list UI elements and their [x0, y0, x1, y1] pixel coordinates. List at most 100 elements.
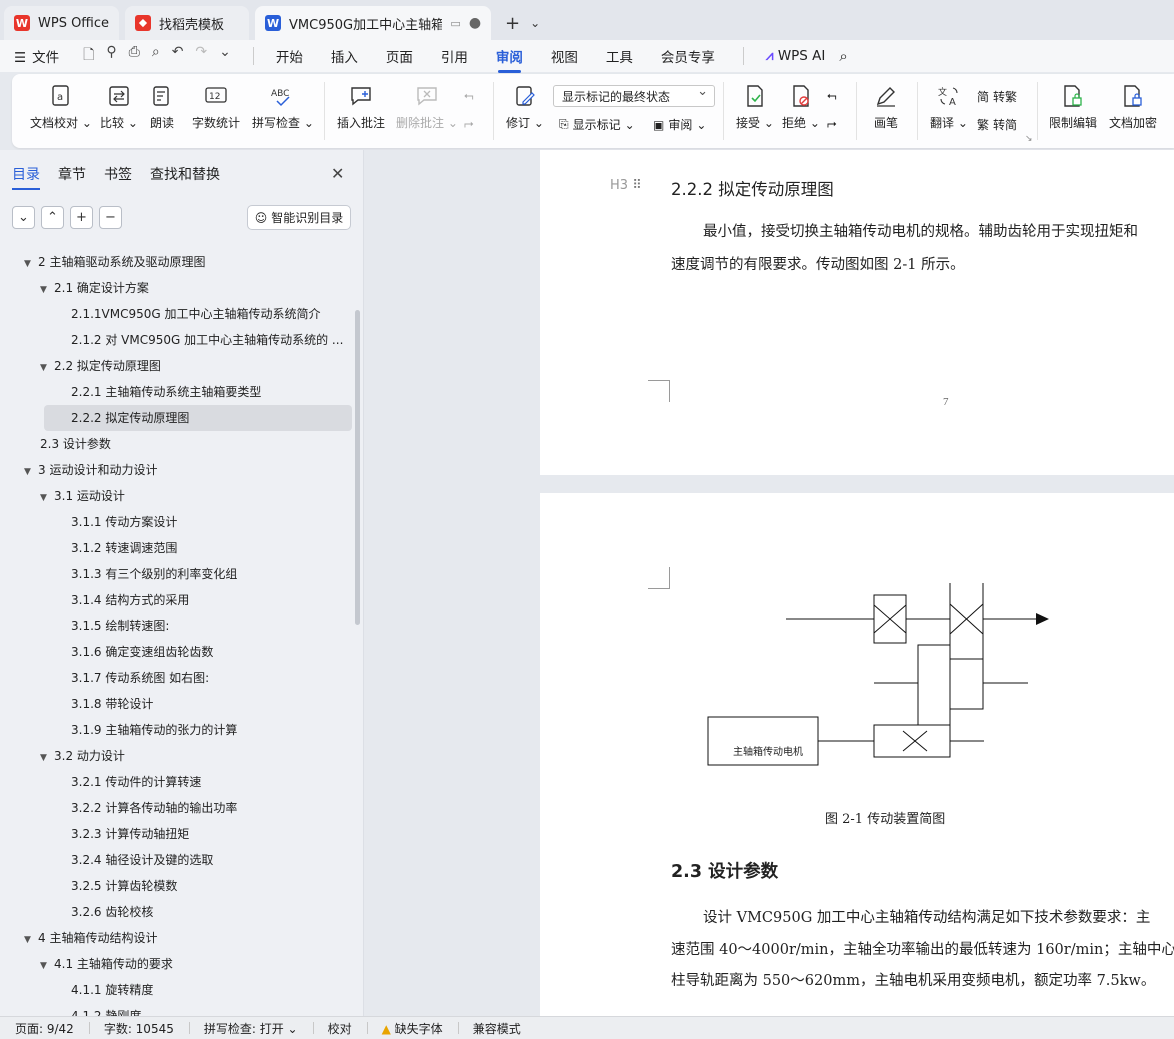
doc-check-button[interactable]: a 文档校对 ⌄	[30, 84, 92, 131]
expand-triangle-icon[interactable]: ▼	[24, 251, 38, 275]
doc-encrypt-button[interactable]: 文档加密	[1109, 84, 1157, 131]
collapse-up-icon[interactable]: ⌃	[41, 206, 64, 229]
toc-item[interactable]: ▼ 2 主轴箱驱动系统及驱动原理图	[0, 249, 352, 275]
insert-comment-button[interactable]: 插入批注	[337, 84, 385, 131]
new-tab-icon[interactable]: +	[505, 13, 520, 34]
toc-item[interactable]: ▼ 4.1 主轴箱传动的要求	[0, 951, 352, 977]
modified-dot-icon[interactable]: ●	[469, 15, 481, 31]
to-traditional-button[interactable]: 简转繁	[977, 88, 1017, 105]
reject-button[interactable]: 拒绝 ⌄	[782, 84, 820, 131]
toc-item[interactable]: 3.2.6 齿轮校核	[0, 899, 352, 925]
document-canvas[interactable]: H3 ⠿ 2.2.2 拟定传动原理图 最小值，接受切换主轴箱传动电机的规格。辅助…	[364, 150, 1174, 1016]
toc-item[interactable]: 2.1.2 对 VMC950G 加工中心主轴箱传动系统的 ...	[0, 327, 352, 353]
toc-item[interactable]: ▼ 3.2 动力设计	[0, 743, 352, 769]
panel-tab-bookmarks[interactable]: 书签	[104, 164, 132, 184]
chevron-down-icon[interactable]: ⌄	[530, 16, 540, 30]
to-simplified-button[interactable]: 繁转简	[977, 116, 1017, 133]
panel-tab-sections[interactable]: 章节	[58, 164, 86, 184]
toc-item[interactable]: 3.2.5 计算齿轮模数	[0, 873, 352, 899]
menu-insert[interactable]: 插入	[331, 46, 358, 66]
menu-wps-ai[interactable]: ⩘ WPS AI	[766, 48, 826, 64]
expand-triangle-icon[interactable]: ▼	[40, 745, 54, 769]
tab-current-document[interactable]: W VMC950G加工中心主轴箱传动 ▭ ●	[255, 6, 492, 40]
panel-tab-find-replace[interactable]: 查找和替换	[150, 164, 220, 184]
toc-item[interactable]: 3.2.1 传动件的计算转速	[0, 769, 352, 795]
toc-item[interactable]: ▼ 4 主轴箱传动结构设计	[0, 925, 352, 951]
expand-triangle-icon[interactable]: ▼	[24, 459, 38, 483]
toc-item[interactable]: 2.2.2 拟定传动原理图	[44, 405, 352, 431]
heading-level-marker[interactable]: H3 ⠿	[610, 178, 642, 193]
toc-item[interactable]: ▼ 2.1 确定设计方案	[0, 275, 352, 301]
toc-item[interactable]: 3.1.5 绘制转速图:	[0, 613, 352, 639]
prev-comment-icon[interactable]: ⮢	[464, 88, 474, 103]
add-heading-icon[interactable]: +	[70, 206, 93, 229]
remove-heading-icon[interactable]: −	[99, 206, 122, 229]
panel-tab-toc[interactable]: 目录	[12, 164, 40, 190]
toc-item[interactable]: 3.1.8 带轮设计	[0, 691, 352, 717]
group-expand-icon[interactable]: ↘	[1025, 134, 1033, 144]
print-icon[interactable]: ⎙	[129, 44, 140, 68]
toc-item[interactable]: 3.2.2 计算各传动轴的输出功率	[0, 795, 352, 821]
toc-item[interactable]: 2.3 设计参数	[0, 431, 352, 457]
prev-change-icon[interactable]: ⮢	[827, 88, 837, 103]
redo-icon[interactable]: ↷	[195, 44, 207, 68]
toc-item[interactable]: 2.2.1 主轴箱传动系统主轴箱要类型	[0, 379, 352, 405]
translate-button[interactable]: 文A 翻译 ⌄	[930, 84, 968, 131]
track-changes-button[interactable]: 修订 ⌄	[506, 84, 544, 131]
undo-icon[interactable]: ↶	[172, 44, 184, 68]
menu-home[interactable]: 开始	[276, 46, 303, 66]
expand-triangle-icon[interactable]: ▼	[40, 953, 54, 977]
menu-file[interactable]: ☰ 文件	[14, 46, 59, 66]
review-pane-button[interactable]: ▣ 审阅 ⌄	[653, 116, 706, 133]
share-icon[interactable]: ⚲	[106, 44, 116, 68]
menu-review[interactable]: 审阅	[496, 46, 523, 73]
delete-comment-button[interactable]: 删除批注 ⌄	[396, 84, 458, 131]
expand-triangle-icon[interactable]: ▼	[24, 927, 38, 951]
toc-item[interactable]: 3.2.3 计算传动轴扭矩	[0, 821, 352, 847]
toc-item[interactable]: 3.1.1 传动方案设计	[0, 509, 352, 535]
show-markup-button[interactable]: ⎘ 显示标记 ⌄	[559, 116, 635, 133]
toc-item[interactable]: 2.1.1VMC950G 加工中心主轴箱传动系统简介	[0, 301, 352, 327]
word-count-button[interactable]: 12 字数统计	[192, 84, 240, 131]
expand-triangle-icon[interactable]: ▼	[40, 355, 54, 379]
menu-membership[interactable]: 会员专享	[661, 46, 715, 66]
toc-item[interactable]: 4.1.1 旋转精度	[0, 977, 352, 1003]
expand-triangle-icon[interactable]: ▼	[40, 277, 54, 301]
restrict-edit-button[interactable]: 限制编辑	[1049, 84, 1097, 131]
expand-triangle-icon[interactable]: ▼	[40, 485, 54, 509]
toc-item[interactable]: ▼ 2.2 拟定传动原理图	[0, 353, 352, 379]
smart-toc-button[interactable]: ☺ 智能识别目录	[247, 205, 351, 230]
menu-tools[interactable]: 工具	[606, 46, 633, 66]
pen-button[interactable]: 画笔	[874, 84, 898, 131]
drag-handle-icon[interactable]: ⠿	[632, 178, 642, 193]
toc-item[interactable]: 3.1.9 主轴箱传动的张力的计算	[0, 717, 352, 743]
menu-references[interactable]: 引用	[441, 46, 468, 66]
status-proofread[interactable]: 校对	[312, 1020, 367, 1037]
read-aloud-button[interactable]: 朗读	[150, 84, 174, 131]
compare-button[interactable]: 比较 ⌄	[100, 84, 138, 131]
toc-item[interactable]: ▼ 3.1 运动设计	[0, 483, 352, 509]
search-icon[interactable]: ⌕	[839, 47, 847, 65]
tab-wps-office[interactable]: W WPS Office	[4, 6, 120, 40]
toc-item[interactable]: 3.1.2 转速调速范围	[0, 535, 352, 561]
toc-item[interactable]: 3.1.6 确定变速组齿轮齿数	[0, 639, 352, 665]
save-icon[interactable]: 🗋	[83, 44, 94, 68]
menu-page[interactable]: 页面	[386, 46, 413, 66]
toc-scrollbar[interactable]	[355, 310, 360, 625]
tab-docer-templates[interactable]: ⬥ 找稻壳模板	[125, 6, 250, 40]
accept-button[interactable]: 接受 ⌄	[736, 84, 774, 131]
print-preview-icon[interactable]: ⌕	[152, 44, 160, 68]
status-spell-check[interactable]: 拼写检查: 打开 ⌄	[188, 1020, 313, 1037]
status-missing-font[interactable]: ▲ 缺失字体	[366, 1020, 458, 1037]
next-change-icon[interactable]: ⮣	[827, 116, 837, 131]
markup-state-select[interactable]: 显示标记的最终状态	[553, 84, 715, 107]
toc-item[interactable]: 3.2.4 轴径设计及键的选取	[0, 847, 352, 873]
next-comment-icon[interactable]: ⮣	[464, 116, 474, 131]
toc-item[interactable]: ▼ 3 运动设计和动力设计	[0, 457, 352, 483]
toc-item[interactable]: 3.1.3 有三个级别的利率变化组	[0, 561, 352, 587]
expand-down-icon[interactable]: ⌄	[12, 206, 35, 229]
status-page[interactable]: 页面: 9/42	[0, 1020, 89, 1037]
spell-check-button[interactable]: ABC 拼写检查 ⌄	[252, 84, 314, 131]
close-icon[interactable]: ✕	[331, 164, 344, 183]
toc-item[interactable]: 3.1.7 传动系统图 如右图:	[0, 665, 352, 691]
